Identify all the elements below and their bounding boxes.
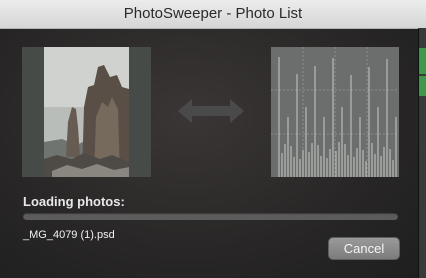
progress-bar <box>23 213 398 220</box>
loading-sheet: Loading photos: _MG_4079 (1).psd Cancel <box>0 29 419 278</box>
current-file-name: _MG_4079 (1).psd <box>23 229 115 241</box>
window-title: PhotoSweeper - Photo List <box>0 0 426 29</box>
photo-thumbnail <box>22 47 151 177</box>
cancel-button[interactable]: Cancel <box>328 237 400 260</box>
loading-label: Loading photos: <box>23 194 125 209</box>
photo-thumbnail-image <box>22 47 151 177</box>
background-green-item <box>418 48 426 74</box>
histogram-icon <box>271 47 399 177</box>
background-green-item <box>418 76 426 96</box>
double-arrow-icon <box>176 96 246 126</box>
